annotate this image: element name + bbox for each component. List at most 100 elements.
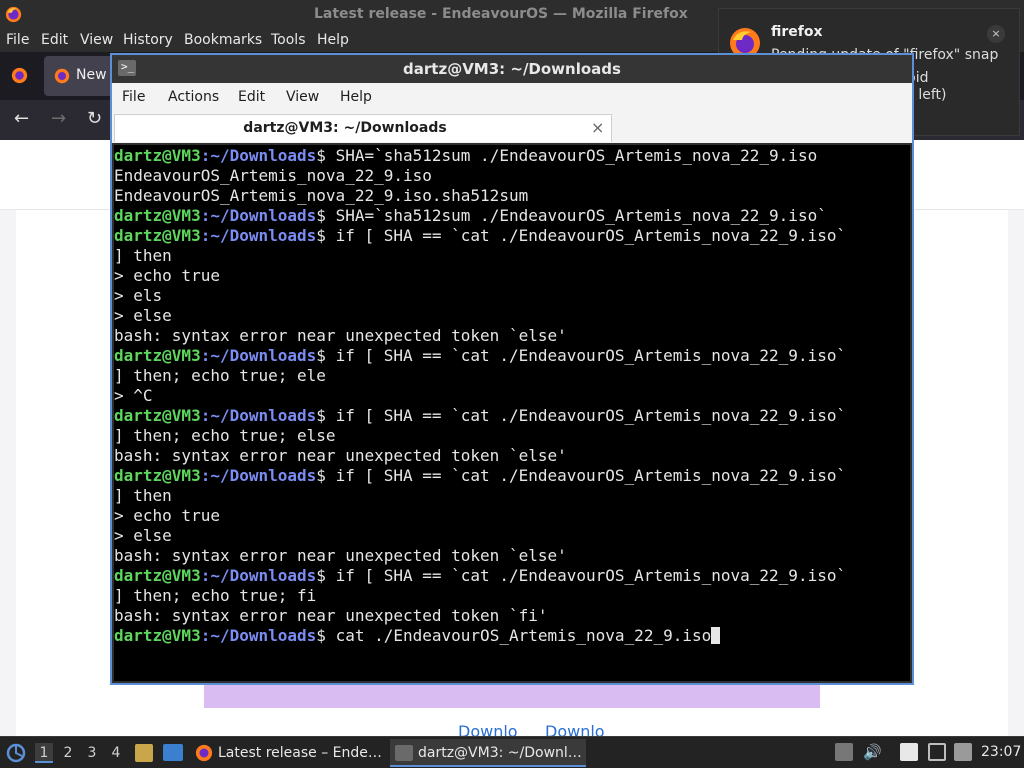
prompt-user: dartz@VM3: [114, 146, 201, 165]
terminal-window-title: dartz@VM3: ~/Downloads: [403, 60, 621, 78]
terminal-menu-file[interactable]: File: [122, 89, 145, 105]
upload-icon[interactable]: [835, 743, 853, 761]
terminal-titlebar[interactable]: >_ dartz@VM3: ~/Downloads: [112, 55, 912, 83]
terminal-line-text: ] then; echo true; fi: [114, 586, 317, 605]
terminal-line: dartz@VM3:~/Downloads$ if [ SHA == `cat …: [114, 226, 846, 246]
firefox-window-title: Latest release - EndeavourOS — Mozilla F…: [314, 6, 688, 22]
file-manager-icon[interactable]: [135, 744, 153, 762]
terminal-window[interactable]: >_ dartz@VM3: ~/Downloads File Actions E…: [110, 53, 914, 685]
close-icon[interactable]: ×: [987, 25, 1005, 43]
terminal-line-text: > ^C: [114, 386, 153, 405]
terminal-line-text: if [ SHA == `cat ./EndeavourOS_Artemis_n…: [335, 346, 847, 365]
back-icon[interactable]: ←: [14, 108, 29, 129]
terminal-menu-help[interactable]: Help: [340, 89, 372, 105]
terminal-line: EndeavourOS_Artemis_nova_22_9.iso: [114, 166, 846, 186]
terminal-line-text: if [ SHA == `cat ./EndeavourOS_Artemis_n…: [335, 226, 847, 245]
prompt-symbol: $: [316, 346, 336, 365]
clipboard-icon[interactable]: [900, 743, 918, 761]
terminal-line: bash: syntax error near unexpected token…: [114, 326, 846, 346]
terminal-line-text: > else: [114, 306, 172, 325]
terminal-line: > else: [114, 526, 846, 546]
terminal-line: dartz@VM3:~/Downloads$ if [ SHA == `cat …: [114, 566, 846, 586]
prompt-path: :~/Downloads: [200, 406, 317, 425]
terminal-line: dartz@VM3:~/Downloads$ if [ SHA == `cat …: [114, 406, 846, 426]
taskbar-terminal[interactable]: dartz@VM3: ~/Downl…: [390, 739, 586, 767]
terminal-line-text: bash: syntax error near unexpected token…: [114, 326, 567, 345]
prompt-user: dartz@VM3: [114, 466, 201, 485]
prompt-user: dartz@VM3: [114, 406, 201, 425]
taskbar-firefox[interactable]: Latest release – Ende…: [192, 739, 382, 767]
menu-help[interactable]: Help: [317, 32, 349, 48]
prompt-user: dartz@VM3: [114, 206, 201, 225]
workspace-3[interactable]: 3: [83, 743, 101, 763]
terminal-tab[interactable]: dartz@VM3: ~/Downloads ×: [114, 114, 612, 142]
firefox-icon: [54, 68, 70, 84]
prompt-path: :~/Downloads: [200, 226, 317, 245]
terminal-line: > els: [114, 286, 846, 306]
menu-view[interactable]: View: [80, 32, 113, 48]
taskbar-task-label: dartz@VM3: ~/Downl…: [418, 745, 582, 761]
workspace-4[interactable]: 4: [107, 743, 125, 763]
taskbar: 1 2 3 4 Latest release – Ende… dartz@VM3…: [0, 736, 1024, 768]
terminal-line: > ^C: [114, 386, 846, 406]
terminal-line-text: cat ./EndeavourOS_Artemis_nova_22_9.iso: [335, 626, 712, 645]
reload-icon[interactable]: ↻: [87, 108, 102, 129]
terminal-line-text: if [ SHA == `cat ./EndeavourOS_Artemis_n…: [335, 466, 847, 485]
prompt-symbol: $: [316, 466, 336, 485]
terminal-line: dartz@VM3:~/Downloads$ SHA=`sha512sum ./…: [114, 206, 846, 226]
terminal-line: > else: [114, 306, 846, 326]
terminal-line: ] then: [114, 246, 846, 266]
prompt-path: :~/Downloads: [200, 626, 317, 645]
close-icon[interactable]: ×: [591, 118, 604, 137]
terminal-line-text: bash: syntax error near unexpected token…: [114, 546, 567, 565]
menu-tools[interactable]: Tools: [271, 32, 306, 48]
terminal-line-text: > els: [114, 286, 163, 305]
volume-icon[interactable]: 🔊: [863, 743, 882, 761]
text-cursor: [711, 627, 721, 644]
firefox-view-icon[interactable]: [11, 67, 28, 84]
terminal-line: ] then: [114, 486, 846, 506]
terminal-line: ] then; echo true; ele: [114, 366, 846, 386]
browser-tab[interactable]: New: [44, 56, 114, 96]
menu-history[interactable]: History: [123, 32, 173, 48]
prompt-path: :~/Downloads: [200, 346, 317, 365]
terminal-line: bash: syntax error near unexpected token…: [114, 546, 846, 566]
menu-file[interactable]: File: [6, 32, 29, 48]
prompt-path: :~/Downloads: [200, 566, 317, 585]
terminal-line: ] then; echo true; fi: [114, 586, 846, 606]
clock: 23:07: [981, 744, 1022, 760]
prompt-path: :~/Downloads: [200, 146, 317, 165]
terminal-line-text: if [ SHA == `cat ./EndeavourOS_Artemis_n…: [335, 566, 847, 585]
terminal-tab-label: dartz@VM3: ~/Downloads: [243, 120, 447, 136]
terminal-line: EndeavourOS_Artemis_nova_22_9.iso.sha512…: [114, 186, 846, 206]
prompt-symbol: $: [316, 226, 336, 245]
workspace-2[interactable]: 2: [59, 743, 77, 763]
show-desktop-icon[interactable]: [163, 744, 183, 761]
terminal-line: dartz@VM3:~/Downloads$ SHA=`sha512sum ./…: [114, 146, 846, 166]
forward-icon[interactable]: →: [51, 108, 66, 129]
app-menu-icon[interactable]: [6, 743, 26, 763]
terminal-line-text: EndeavourOS_Artemis_nova_22_9.iso: [114, 166, 432, 185]
terminal-output[interactable]: dartz@VM3:~/Downloads$ SHA=`sha512sum ./…: [114, 145, 910, 681]
terminal-line-text: ] then; echo true; ele: [114, 366, 326, 385]
terminal-line: dartz@VM3:~/Downloads$ if [ SHA == `cat …: [114, 466, 846, 486]
terminal-menu-actions[interactable]: Actions: [168, 89, 219, 105]
prompt-user: dartz@VM3: [114, 346, 201, 365]
terminal-menu-view[interactable]: View: [286, 89, 319, 105]
menu-edit[interactable]: Edit: [41, 32, 68, 48]
firefox-icon: [5, 6, 22, 23]
terminal-line-text: > echo true: [114, 266, 220, 285]
workspace-1[interactable]: 1: [35, 743, 53, 763]
display-icon[interactable]: [928, 743, 946, 761]
terminal-line-text: SHA=`sha512sum ./EndeavourOS_Artemis_nov…: [335, 146, 818, 165]
terminal-line: dartz@VM3:~/Downloads$ cat ./EndeavourOS…: [114, 626, 846, 646]
terminal-icon: [395, 745, 413, 761]
terminal-lines: dartz@VM3:~/Downloads$ SHA=`sha512sum ./…: [114, 146, 846, 646]
terminal-menu-edit[interactable]: Edit: [238, 89, 265, 105]
menu-bookmarks[interactable]: Bookmarks: [184, 32, 262, 48]
terminal-line: bash: syntax error near unexpected token…: [114, 446, 846, 466]
prompt-user: dartz@VM3: [114, 626, 201, 645]
network-icon[interactable]: [954, 743, 972, 761]
terminal-line-text: ] then: [114, 246, 172, 265]
terminal-line: > echo true: [114, 266, 846, 286]
